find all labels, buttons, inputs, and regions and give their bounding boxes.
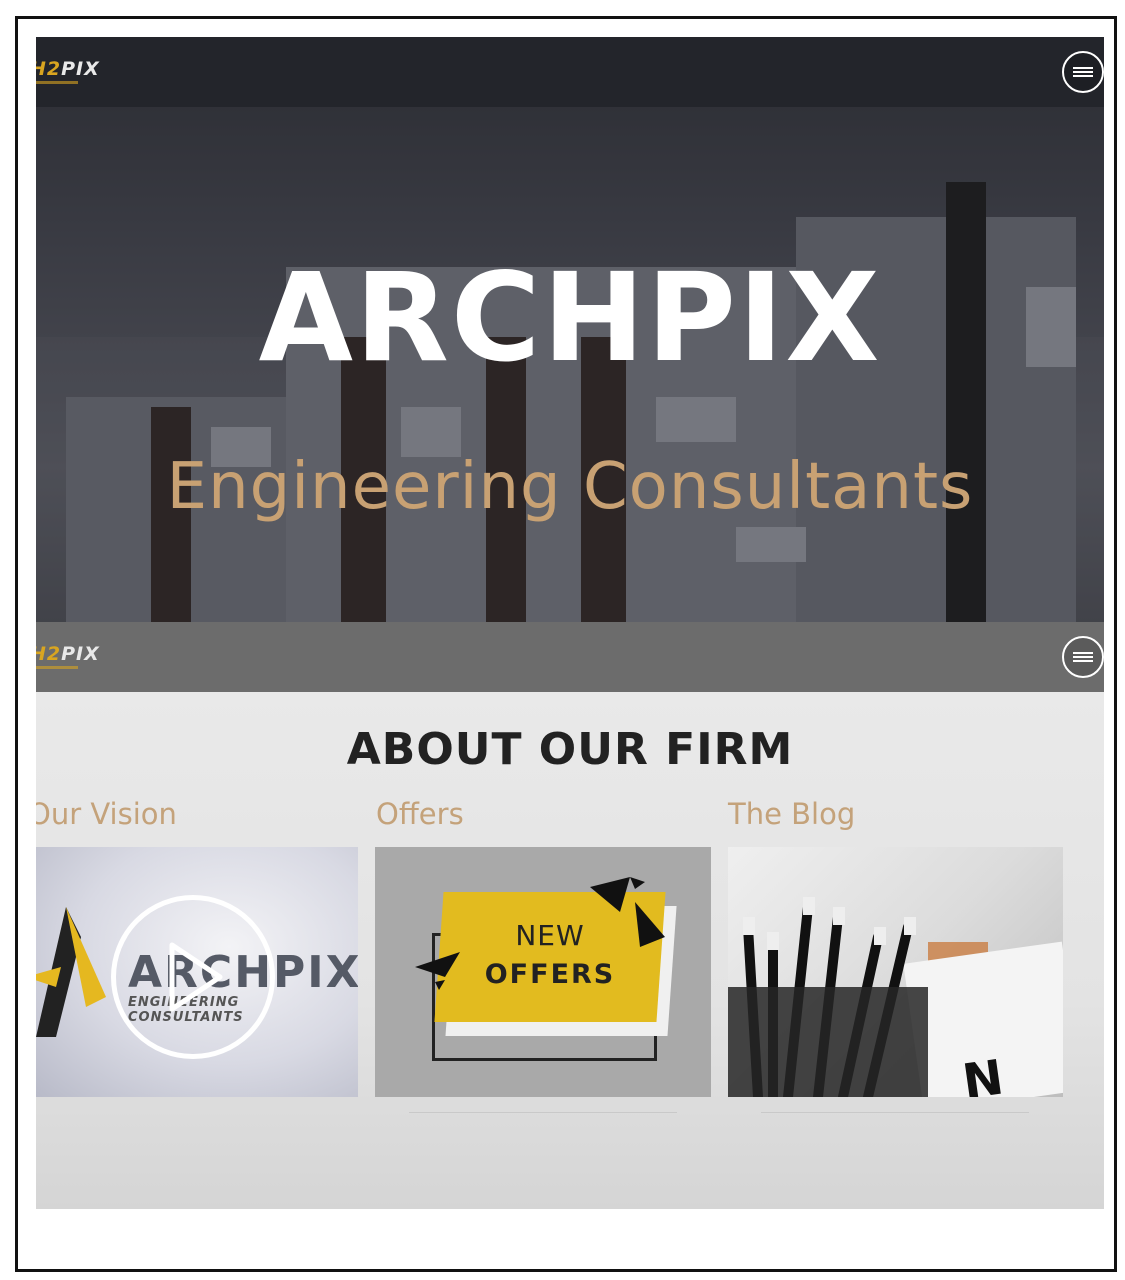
archpix-mark-icon [36, 907, 106, 1037]
sticky-navbar: H2PIX [36, 622, 1104, 692]
hamburger-icon [1073, 67, 1093, 69]
hero-section: ARCHPIX Engineering Consultants [36, 107, 1104, 622]
about-section: ABOUT OUR FIRM Our Vision Offers The Blo… [36, 692, 1104, 1209]
logo-wordmark: H2PIX [36, 643, 100, 665]
shard-decoration-icon [415, 952, 460, 990]
logo-underline [36, 81, 78, 84]
offers-card[interactable]: NEW OFFERS [375, 847, 711, 1097]
hero-title: ARCHPIX [258, 247, 882, 389]
column-title-offers[interactable]: Offers [376, 797, 464, 831]
section-title: ABOUT OUR FIRM [346, 724, 794, 775]
logo-wordmark: H2PIX [36, 58, 100, 80]
site-logo[interactable]: H2PIX [36, 57, 100, 87]
vision-video-card[interactable]: ARCHPIX ENGINEERING CONSULTANTS [36, 847, 358, 1097]
play-button[interactable] [111, 895, 275, 1059]
shard-decoration-icon [590, 877, 665, 947]
column-title-vision[interactable]: Our Vision [36, 797, 177, 831]
blog-card[interactable]: N [728, 847, 1063, 1097]
card-divider [409, 1112, 677, 1113]
window-frame: H2PIX ARCHPIX [15, 16, 1117, 1272]
menu-toggle-button-sticky[interactable] [1062, 636, 1104, 678]
logo-underline [36, 666, 78, 669]
site-logo-sticky[interactable]: H2PIX [36, 642, 100, 672]
top-navbar: H2PIX [36, 37, 1104, 107]
magazine-text: N [959, 1049, 1007, 1097]
hero-subtitle: Engineering Consultants [166, 450, 974, 524]
column-title-blog[interactable]: The Blog [728, 797, 855, 831]
play-icon [169, 942, 223, 1012]
menu-toggle-button[interactable] [1062, 51, 1104, 93]
card-divider [761, 1112, 1029, 1113]
page-viewport: H2PIX ARCHPIX [36, 37, 1104, 1209]
hamburger-icon [1073, 652, 1093, 654]
pencils-image-icon [728, 897, 928, 1097]
